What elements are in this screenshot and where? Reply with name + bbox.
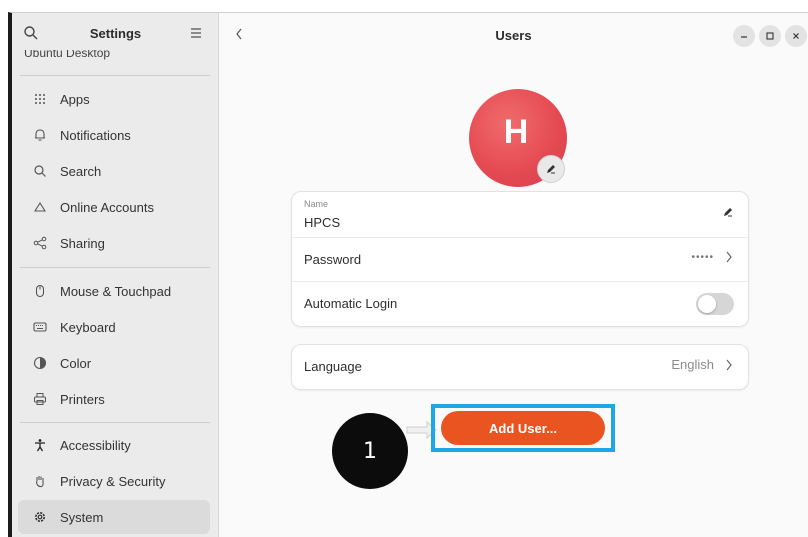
sidebar-item-label: Accessibility <box>60 437 131 453</box>
close-button[interactable] <box>785 25 807 47</box>
sidebar-item-label: System <box>60 509 104 525</box>
name-row[interactable]: Name HPCS <box>292 192 748 238</box>
settings-window: Settings Ubuntu Desktop Apps Notificatio… <box>8 12 808 537</box>
keyboard-icon <box>32 319 48 335</box>
sidebar-header: Settings <box>12 13 218 55</box>
language-label: Language <box>304 359 362 374</box>
password-label: Password <box>304 252 362 267</box>
minimize-button[interactable] <box>733 25 755 47</box>
chevron-right-icon <box>726 359 732 370</box>
cloud-icon <box>32 199 48 215</box>
edit-avatar-button[interactable] <box>537 155 565 183</box>
maximize-button[interactable] <box>759 25 781 47</box>
user-details-card: Name HPCS Password ••••• Automatic Login <box>291 191 749 327</box>
sidebar-item-keyboard[interactable]: Keyboard <box>18 310 210 344</box>
automatic-login-label: Automatic Login <box>304 296 398 311</box>
page-title: Users <box>495 28 532 43</box>
name-value: HPCS <box>304 215 341 230</box>
sidebar-item-label: Printers <box>60 391 105 407</box>
sidebar-item-online-accounts[interactable]: Online Accounts <box>18 190 210 224</box>
language-card: Language English <box>291 344 749 390</box>
pencil-icon <box>547 165 555 174</box>
add-user-button[interactable]: Add User... <box>441 411 605 445</box>
mouse-icon <box>32 283 48 299</box>
sidebar-divider <box>20 267 210 268</box>
sidebar-item-apps[interactable]: Apps <box>18 82 210 116</box>
sidebar-item-privacy-security[interactable]: Privacy & Security <box>18 464 210 498</box>
sidebar-item-label: Sharing <box>60 235 105 251</box>
sidebar-item-sharing[interactable]: Sharing <box>18 226 210 260</box>
sidebar-item-system[interactable]: System <box>18 500 210 534</box>
users-panel: Users H Name HPCS Password ••••• Automat… <box>219 13 808 537</box>
sidebar-item-color[interactable]: Color <box>18 346 210 380</box>
color-icon <box>32 355 48 371</box>
automatic-login-toggle[interactable] <box>696 293 734 315</box>
chevron-right-icon <box>726 251 732 263</box>
gear-icon <box>32 509 48 525</box>
name-caption: Name <box>304 199 329 209</box>
language-row[interactable]: Language English <box>292 345 748 389</box>
sidebar-item-accessibility[interactable]: Accessibility <box>18 428 210 462</box>
apps-grid-icon <box>32 91 48 107</box>
toggle-knob <box>698 295 716 313</box>
avatar-initial: H <box>503 112 529 151</box>
sidebar-item-ubuntu-desktop-partial[interactable]: Ubuntu Desktop <box>24 50 204 60</box>
sidebar-item-label: Search <box>60 163 102 179</box>
sidebar-item-search[interactable]: Search <box>18 154 210 188</box>
hand-icon <box>32 473 48 489</box>
close-icon <box>793 33 799 39</box>
accessibility-icon <box>32 437 48 453</box>
automatic-login-row: Automatic Login <box>292 282 748 326</box>
sidebar: Settings Ubuntu Desktop Apps Notificatio… <box>12 13 219 537</box>
sidebar-item-mouse-touchpad[interactable]: Mouse & Touchpad <box>18 274 210 308</box>
sidebar-item-label: Privacy & Security <box>60 473 166 489</box>
sidebar-divider <box>20 75 210 76</box>
sidebar-item-printers[interactable]: Printers <box>18 382 210 416</box>
sidebar-item-label: Apps <box>60 91 90 107</box>
bell-icon <box>32 127 48 143</box>
edit-name-button[interactable] <box>712 206 734 218</box>
password-value: ••••• <box>691 251 714 263</box>
hamburger-menu-icon[interactable] <box>187 24 205 42</box>
minimize-icon <box>741 36 747 38</box>
sidebar-divider <box>20 422 210 423</box>
password-row[interactable]: Password ••••• <box>292 238 748 282</box>
sidebar-item-label: Mouse & Touchpad <box>60 283 172 299</box>
maximize-icon <box>766 32 774 40</box>
annotation-step-badge: 1 <box>332 413 408 489</box>
sidebar-item-label: Online Accounts <box>60 199 154 215</box>
share-icon <box>32 235 48 251</box>
search-icon <box>32 163 48 179</box>
sidebar-item-notifications[interactable]: Notifications <box>18 118 210 152</box>
sidebar-item-label: Color <box>60 355 92 371</box>
sidebar-item-label: Keyboard <box>60 319 116 335</box>
pencil-icon <box>724 208 732 217</box>
printer-icon <box>32 391 48 407</box>
language-value: English <box>671 357 714 372</box>
sidebar-item-label: Notifications <box>60 127 131 143</box>
